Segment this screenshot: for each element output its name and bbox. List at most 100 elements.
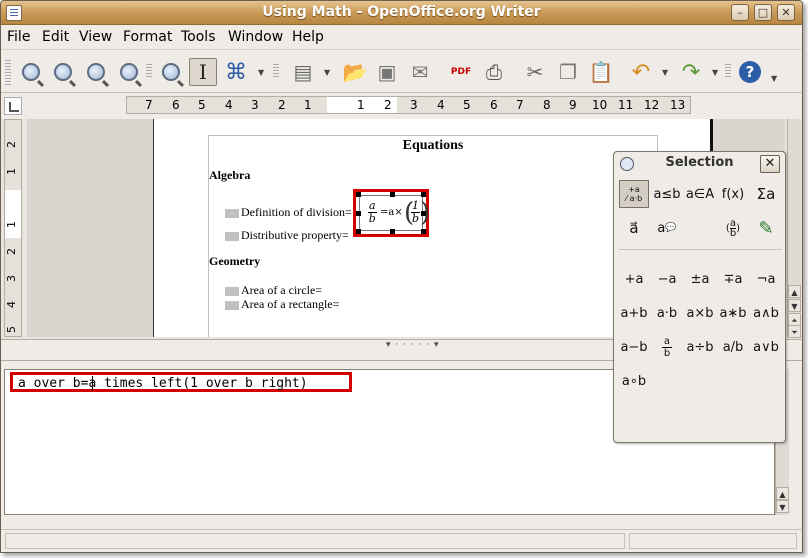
close-button[interactable]: ✕ (777, 4, 795, 21)
save-icon[interactable]: ▣ (373, 58, 401, 86)
undo-dropdown-arrow[interactable]: ▼ (662, 68, 668, 77)
ruler-number: 7 (145, 98, 153, 112)
scroll-up-arrow-icon[interactable]: ▲ (776, 487, 789, 500)
window-title: Using Math - OpenOffice.org Writer (262, 4, 541, 20)
set-operations-category-icon[interactable]: a∈A (685, 180, 715, 208)
symbol-a-and-b[interactable]: a∧b (751, 300, 781, 326)
attributes-category-icon[interactable]: a⃗ (619, 214, 649, 242)
list-item[interactable]: Area of a circle= (225, 283, 322, 298)
splitter-grip-icon[interactable]: ▾ · · · · · ▾ (386, 340, 440, 350)
symbol-a-times-b[interactable]: a×b (685, 300, 715, 326)
resize-handle[interactable] (421, 211, 426, 216)
horizontal-ruler[interactable]: 7 6 5 4 3 2 1 1 2 3 4 5 6 7 8 9 10 11 12… (126, 96, 691, 114)
title-bar: Using Math - OpenOffice.org Writer – □ ✕ (1, 1, 802, 25)
list-item[interactable]: Definition of division= (225, 205, 352, 220)
list-item[interactable]: Distributive property= (225, 228, 349, 243)
bullet-field (225, 300, 239, 310)
menu-view[interactable]: View (79, 29, 112, 45)
menu-tools[interactable]: Tools (181, 29, 216, 45)
ruler-number: 2 (5, 248, 18, 255)
formula-command-text[interactable]: a over b=a times left(1 over b right) (18, 376, 308, 391)
resize-handle[interactable] (421, 229, 426, 234)
symbol-a-circ-b[interactable]: a∘b (619, 368, 649, 394)
operators-category-icon[interactable]: Σa (751, 180, 781, 208)
scroll-down-arrow-icon[interactable]: ▼ (776, 500, 789, 513)
toolbar-separator (725, 64, 731, 78)
ruler-number: 2 (384, 98, 392, 112)
brackets-category-icon[interactable]: (a b) (718, 214, 748, 242)
resize-handle[interactable] (356, 211, 361, 216)
cursor-text-icon[interactable]: I (189, 58, 217, 86)
symbols-icon[interactable]: ⌘ (222, 58, 250, 86)
redo-dropdown-arrow[interactable]: ▼ (712, 68, 718, 77)
copy-icon[interactable]: ❐ (554, 58, 582, 86)
ruler-number: 5 (463, 98, 471, 112)
zoom-optimal-icon[interactable] (115, 58, 143, 86)
ruler-number: 10 (592, 98, 608, 112)
paste-icon[interactable]: 📋 (587, 58, 615, 86)
help-icon[interactable]: ? (736, 58, 764, 86)
document-vertical-scrollbar[interactable]: ▲ ▼ ⏶ ⏷ (787, 119, 801, 338)
formula-object[interactable]: a b =a× ( 1 b ) (359, 195, 430, 231)
functions-category-icon[interactable]: f(x) (718, 180, 748, 208)
menu-window[interactable]: Window (228, 29, 283, 45)
symbol-a-over-b[interactable]: ab (652, 334, 682, 360)
zoom-icon[interactable] (157, 58, 185, 86)
menu-file[interactable]: File (7, 29, 30, 45)
text-frame[interactable]: Equations Algebra Definition of division… (208, 135, 658, 337)
panel-close-button[interactable]: ✕ (760, 155, 780, 173)
redo-icon[interactable]: ↷ (677, 58, 705, 86)
symbol-plus-a[interactable]: +a (619, 266, 649, 292)
update-icon[interactable]: ▤ (289, 58, 317, 86)
symbol-plusminus-a[interactable]: ±a (685, 266, 715, 292)
resize-handle[interactable] (356, 229, 361, 234)
resize-handle[interactable] (390, 192, 395, 197)
unary-binary-category-icon[interactable]: +a ⁄ a·b (619, 180, 649, 208)
tab-stop-selector[interactable] (4, 97, 22, 115)
ruler-text-area (5, 190, 21, 238)
resize-handle[interactable] (390, 229, 395, 234)
symbol-minusplus-a[interactable]: ∓a (718, 266, 748, 292)
toolbar-overflow-arrow[interactable]: ▼ (258, 68, 264, 77)
vertical-ruler[interactable]: 2 1 1 2 3 4 5 (4, 119, 22, 337)
formula-middle: =a× (380, 207, 403, 218)
scroll-up-arrow-icon[interactable]: ▲ (788, 285, 801, 298)
section-heading-algebra: Algebra (209, 168, 251, 182)
symbol-a-ast-b[interactable]: a∗b (718, 300, 748, 326)
resize-handle[interactable] (421, 192, 426, 197)
symbol-a-cdot-b[interactable]: a·b (652, 300, 682, 326)
symbol-not-a[interactable]: ¬a (751, 266, 781, 292)
symbol-a-slash-b[interactable]: a/b (718, 334, 748, 360)
menu-format[interactable]: Format (123, 29, 172, 45)
minimize-button[interactable]: – (731, 4, 749, 21)
ruler-number: 1 (304, 98, 312, 112)
formats-category-icon[interactable]: ✎ (751, 214, 781, 242)
ruler-number: 2 (5, 141, 18, 148)
maximize-button[interactable]: □ (754, 4, 772, 21)
toolbar-overflow-arrow[interactable]: ▼ (771, 74, 777, 83)
email-icon[interactable]: ✉ (406, 58, 434, 86)
zoom-out-icon[interactable] (49, 58, 77, 86)
symbol-a-div-b[interactable]: a÷b (685, 334, 715, 360)
resize-handle[interactable] (356, 192, 361, 197)
menu-edit[interactable]: Edit (42, 29, 69, 45)
symbol-a-plus-b[interactable]: a+b (619, 300, 649, 326)
toolbar-grip[interactable] (5, 60, 11, 86)
menu-help[interactable]: Help (292, 29, 324, 45)
zoom-100-icon[interactable] (82, 58, 110, 86)
symbol-a-or-b[interactable]: a∨b (751, 334, 781, 360)
list-item[interactable]: Area of a rectangle= (225, 297, 339, 312)
cut-icon[interactable]: ✂ (521, 58, 549, 86)
others-category-icon[interactable]: a 💬 (652, 214, 682, 242)
zoom-in-icon[interactable] (17, 58, 45, 86)
symbol-a-minus-b[interactable]: a−b (619, 334, 649, 360)
pdf-icon[interactable]: PDF (447, 58, 475, 86)
update-dropdown-arrow[interactable]: ▼ (324, 68, 330, 77)
open-icon[interactable]: 📂 (341, 58, 369, 86)
relations-category-icon[interactable]: a≤b (652, 180, 682, 208)
print-icon[interactable]: ⎙ (480, 58, 508, 86)
undo-icon[interactable]: ↶ (627, 58, 655, 86)
symbol-minus-a[interactable]: −a (652, 266, 682, 292)
page-down-icon[interactable]: ⏷ (788, 325, 801, 338)
scroll-down-arrow-icon[interactable]: ▼ (788, 299, 801, 312)
